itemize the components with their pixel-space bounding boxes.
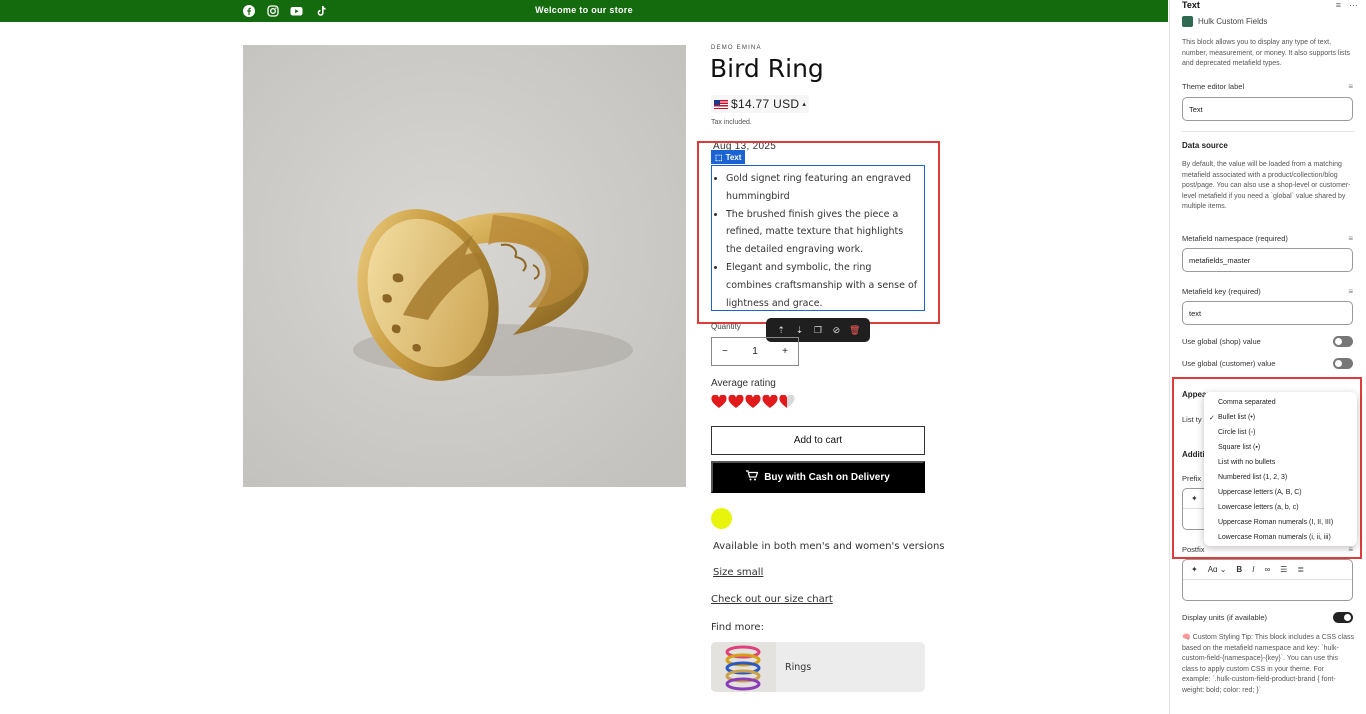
- app-name: Hulk Custom Fields: [1198, 17, 1268, 26]
- availability-text: Available in both men's and women's vers…: [713, 541, 945, 552]
- list-type-option[interactable]: List with no bullets: [1204, 455, 1357, 470]
- database-icon[interactable]: ≡: [1336, 0, 1341, 11]
- list-type-option[interactable]: Uppercase Roman numerals (I, II, III): [1204, 515, 1357, 530]
- magic-icon[interactable]: ✦: [1191, 565, 1198, 574]
- divider: [1182, 131, 1354, 132]
- product-price: $14.77 USD: [731, 97, 800, 111]
- bold-icon[interactable]: B: [1236, 565, 1242, 574]
- tax-note: Tax included.: [711, 119, 752, 126]
- rating-hearts: [711, 394, 795, 413]
- key-input[interactable]: text: [1182, 301, 1353, 325]
- color-swatch[interactable]: [711, 508, 732, 529]
- duplicate-icon[interactable]: ❐: [812, 325, 824, 336]
- quantity-decrease-button[interactable]: −: [722, 346, 728, 357]
- list-type-option[interactable]: Lowercase letters (a, b, c): [1204, 500, 1357, 515]
- namespace-label: Metafield namespace (required): [1182, 234, 1288, 243]
- collection-card-rings[interactable]: Rings: [711, 642, 925, 692]
- more-icon[interactable]: ⋯: [1349, 0, 1358, 11]
- product-vendor: DEMO EMINA: [711, 45, 762, 51]
- size-small-link[interactable]: Size small: [713, 567, 763, 578]
- list-type-option[interactable]: Uppercase letters (A, B, C): [1204, 485, 1357, 500]
- bullet-list-icon[interactable]: ☰: [1280, 565, 1287, 574]
- cart-icon: [746, 470, 759, 484]
- styling-tip: 🧠 Custom Styling Tip: This block include…: [1182, 634, 1354, 694]
- buy-cod-label: Buy with Cash on Delivery: [764, 471, 890, 483]
- dynamic-source-icon[interactable]: ≡: [1348, 234, 1353, 243]
- theme-editor-label: Theme editor label: [1182, 82, 1245, 91]
- rings-thumbnail: [711, 642, 776, 692]
- list-type-option[interactable]: Comma separated: [1204, 395, 1357, 410]
- key-label: Metafield key (required): [1182, 287, 1261, 296]
- quantity-value[interactable]: 1: [752, 346, 758, 357]
- global-customer-label: Use global (customer) value: [1182, 359, 1276, 368]
- app-icon: [1182, 16, 1193, 27]
- dynamic-source-icon[interactable]: ≡: [1348, 287, 1353, 296]
- add-to-cart-button[interactable]: Add to cart: [711, 426, 925, 455]
- heart-icon: [779, 394, 795, 413]
- find-more-label: Find more:: [711, 622, 764, 633]
- highlight-box-text-block: [697, 141, 940, 324]
- price-currency-selector[interactable]: $14.77 USD ▴: [711, 95, 810, 113]
- quantity-stepper: − 1 +: [711, 337, 799, 366]
- list-type-option[interactable]: Circle list (◦): [1204, 425, 1357, 440]
- display-units-toggle[interactable]: [1333, 612, 1353, 623]
- editor-panel: Text ≡ ⋯ Hulk Custom Fields This block a…: [1169, 0, 1366, 714]
- numbered-list-icon[interactable]: ≣: [1297, 565, 1304, 574]
- panel-header-icons: ≡ ⋯: [1336, 0, 1358, 11]
- data-source-heading: Data source: [1182, 141, 1228, 150]
- list-type-option[interactable]: Lowercase Roman numerals (i, ii, iii): [1204, 530, 1357, 545]
- postfix-editor[interactable]: ✦ Aɑ ⌄ B I ∞ ☰ ≣: [1182, 559, 1353, 601]
- up-down-caret-icon: ▴: [802, 101, 807, 108]
- move-down-icon[interactable]: ⇣: [794, 325, 806, 336]
- buy-cod-button[interactable]: Buy with Cash on Delivery: [711, 461, 925, 493]
- data-source-description: By default, the value will be loaded fro…: [1182, 161, 1351, 210]
- heart-icon: [711, 394, 727, 413]
- list-type-option[interactable]: Numbered list (1, 2, 3): [1204, 470, 1357, 485]
- global-shop-label: Use global (shop) value: [1182, 337, 1261, 346]
- announcement-text: Welcome to our store: [535, 5, 633, 15]
- dynamic-source-icon[interactable]: ≡: [1348, 82, 1353, 91]
- text-style-icon[interactable]: Aɑ ⌄: [1208, 565, 1227, 574]
- theme-editor-label-input[interactable]: Text: [1182, 97, 1353, 121]
- delete-icon[interactable]: 🗑: [849, 325, 861, 336]
- display-units-label: Display units (if available): [1182, 613, 1268, 622]
- hide-icon[interactable]: ⊘: [830, 325, 842, 336]
- heart-icon: [728, 394, 744, 413]
- quantity-label: Quantity: [711, 322, 741, 331]
- italic-icon[interactable]: I: [1252, 565, 1254, 574]
- product-image[interactable]: [243, 45, 686, 487]
- block-description: This block allows you to display any typ…: [1182, 39, 1350, 67]
- postfix-toolbar: ✦ Aɑ ⌄ B I ∞ ☰ ≣: [1183, 560, 1352, 580]
- list-type-dropdown[interactable]: Comma separatedBullet list (•)Circle lis…: [1204, 392, 1357, 546]
- collection-label: Rings: [785, 661, 812, 673]
- rating-label: Average rating: [711, 378, 776, 389]
- size-chart-link[interactable]: Check out our size chart: [711, 594, 833, 605]
- quantity-increase-button[interactable]: +: [782, 346, 788, 357]
- link-icon[interactable]: ∞: [1264, 565, 1270, 574]
- list-type-option[interactable]: Bullet list (•): [1204, 410, 1357, 425]
- announcement-bar: Welcome to our store: [0, 0, 1168, 22]
- heart-icon: [745, 394, 761, 413]
- product-title: Bird Ring: [710, 54, 824, 83]
- app-source: Hulk Custom Fields: [1182, 16, 1267, 27]
- list-type-option[interactable]: Square list (▪): [1204, 440, 1357, 455]
- global-customer-toggle[interactable]: [1333, 358, 1353, 369]
- us-flag-icon: [714, 99, 728, 109]
- move-up-icon[interactable]: ⇡: [775, 325, 787, 336]
- namespace-input[interactable]: metafields_master: [1182, 248, 1353, 272]
- heart-icon: [762, 394, 778, 413]
- global-shop-toggle[interactable]: [1333, 336, 1353, 347]
- panel-title: Text: [1182, 0, 1200, 10]
